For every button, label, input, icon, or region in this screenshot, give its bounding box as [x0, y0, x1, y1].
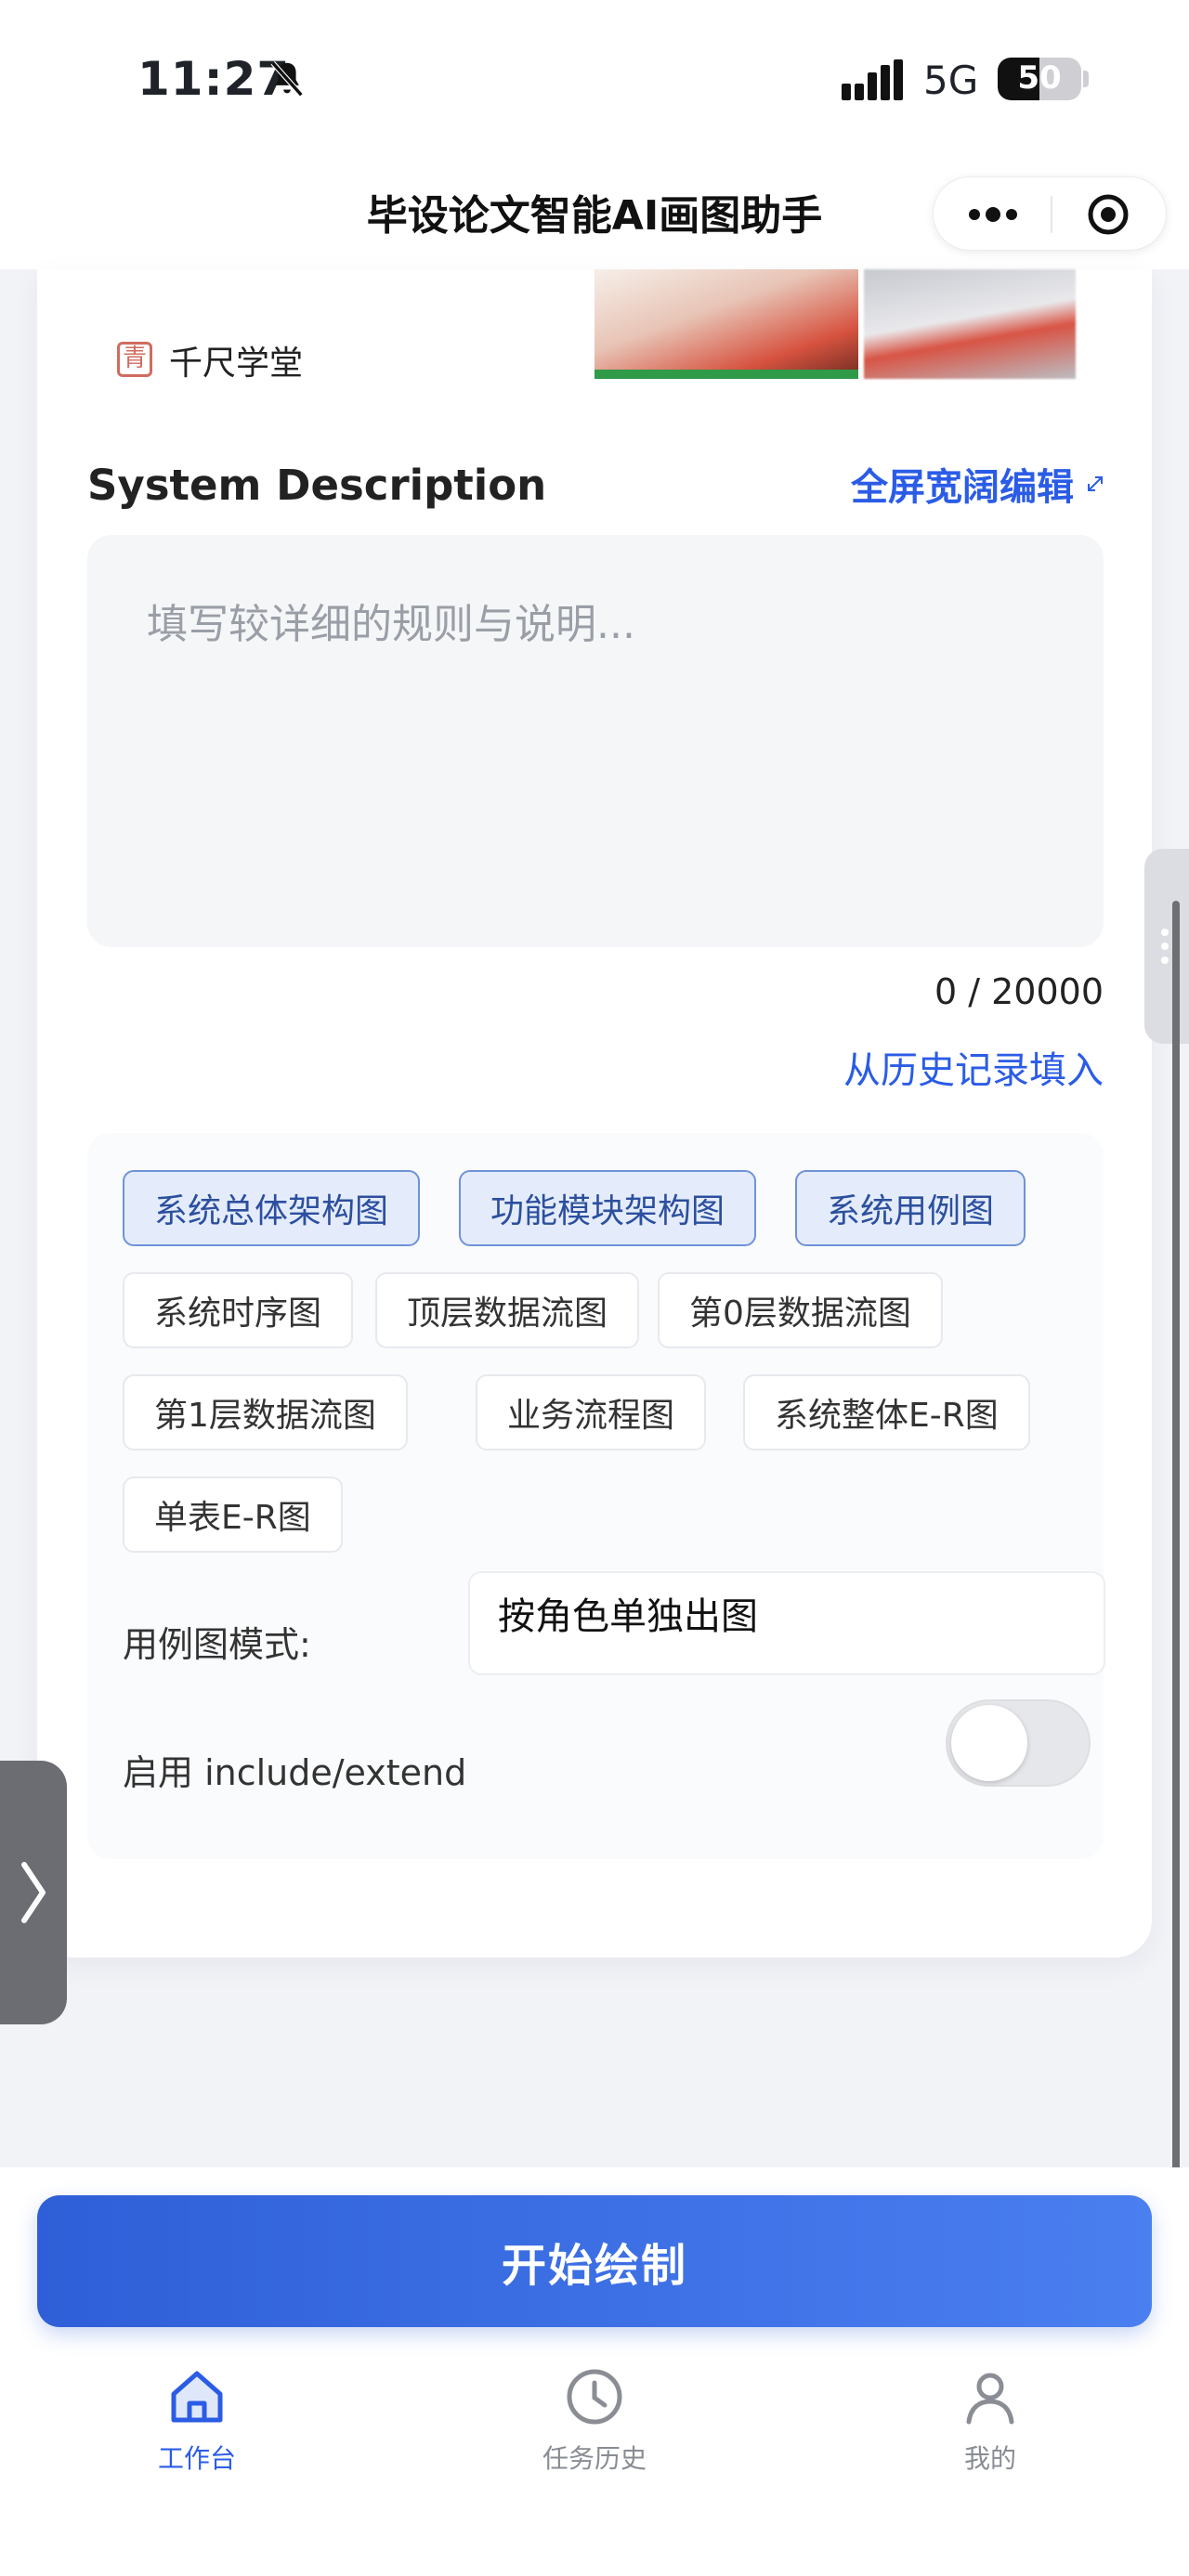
capsule-divider: [1051, 196, 1052, 233]
mini-program-capsule: [933, 176, 1167, 251]
signal-icon: [842, 59, 903, 100]
battery-tip: [1083, 71, 1089, 87]
chip-system-architecture[interactable]: 系统总体架构图: [123, 1170, 421, 1246]
drag-dots-icon: [1161, 929, 1169, 964]
tab-task-history[interactable]: 任务历史: [492, 2364, 697, 2476]
chip-module-architecture[interactable]: 功能模块架构图: [459, 1170, 757, 1246]
chip-level0-dfd[interactable]: 第0层数据流图: [658, 1272, 943, 1348]
tab-label: 任务历史: [542, 2443, 647, 2474]
chevron-right-icon: [21, 1862, 46, 1923]
expand-icon: [1088, 476, 1103, 491]
chip-single-table-er[interactable]: 单表E-R图: [123, 1477, 343, 1553]
tab-label: 工作台: [157, 2443, 236, 2474]
toggle-knob: [951, 1705, 1027, 1781]
battery-icon: 50: [998, 58, 1081, 100]
more-icon[interactable]: [965, 203, 1021, 226]
options-panel: 系统总体架构图 功能模块架构图 系统用例图 系统时序图 顶层数据流图 第0层数据…: [87, 1133, 1105, 1859]
char-counter: 0 / 20000: [934, 971, 1104, 1012]
close-mini-program-icon[interactable]: [1086, 192, 1130, 237]
section-title: System Description: [87, 461, 547, 510]
tab-workbench[interactable]: 工作台: [95, 2364, 299, 2476]
chip-system-er[interactable]: 系统整体E-R图: [743, 1374, 1030, 1451]
system-description-input[interactable]: [87, 535, 1104, 947]
clock-icon: [567, 2369, 622, 2425]
side-drawer-handle[interactable]: [1144, 849, 1189, 1044]
video-thumbnail[interactable]: [594, 269, 858, 379]
bell-muted-icon: [270, 60, 304, 98]
include-extend-toggle[interactable]: [946, 1699, 1091, 1787]
start-drawing-button[interactable]: 开始绘制: [37, 2195, 1152, 2327]
scrollbar[interactable]: [1172, 901, 1180, 2349]
chip-business-flow[interactable]: 业务流程图: [476, 1374, 707, 1451]
expand-panel-handle[interactable]: [0, 1761, 67, 2024]
chip-level1-dfd[interactable]: 第1层数据流图: [123, 1374, 408, 1451]
chip-use-case[interactable]: 系统用例图: [795, 1170, 1026, 1246]
user-icon: [966, 2373, 1014, 2425]
home-icon: [171, 2371, 223, 2423]
include-extend-label: 启用 include/extend: [123, 1752, 467, 1793]
source-name: 千尺学堂: [169, 345, 304, 383]
chip-context-dfd[interactable]: 顶层数据流图: [375, 1272, 640, 1348]
battery-level: 50: [1017, 59, 1062, 97]
fullscreen-edit-label: 全屏宽阔编辑: [851, 466, 1074, 509]
chip-sequence[interactable]: 系统时序图: [123, 1272, 354, 1348]
video-thumbnail[interactable]: [864, 269, 1076, 379]
tab-label: 我的: [963, 2443, 1016, 2474]
tab-mine[interactable]: 我的: [888, 2364, 1092, 2476]
fill-from-history-link[interactable]: 从历史记录填入: [843, 1040, 1104, 1094]
thumbnail-progress: [594, 370, 858, 379]
use-case-mode-select[interactable]: 按角色单独出图: [468, 1571, 1105, 1675]
source-logo: 青: [117, 342, 152, 377]
use-case-mode-label: 用例图模式:: [123, 1624, 311, 1665]
main-card: 青 千尺学堂 System Description 全屏宽阔编辑 0 / 200…: [37, 269, 1152, 1958]
network-type: 5G: [923, 58, 979, 103]
top-bar: 11:27 5G 50 毕设论文智能AI画图助手: [0, 0, 1189, 269]
fullscreen-edit-link[interactable]: 全屏宽阔编辑: [851, 457, 1105, 511]
